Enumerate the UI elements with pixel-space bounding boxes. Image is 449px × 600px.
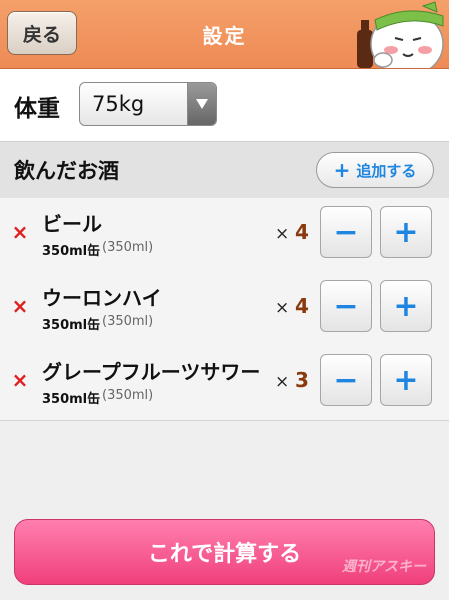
drink-count: 4: [295, 294, 309, 318]
drink-row-oolong-hai: × ウーロンハイ 350ml缶 (350ml) × 4 − +: [0, 272, 449, 347]
decrement-button[interactable]: −: [320, 354, 372, 406]
drinks-section-header: 飲んだお酒 + 追加する: [0, 141, 449, 199]
drink-volume: (350ml): [102, 240, 154, 255]
weight-value: 75kg: [92, 92, 145, 116]
section-title: 飲んだお酒: [14, 159, 119, 183]
increment-button[interactable]: +: [380, 280, 432, 332]
drink-name: ウーロンハイ: [42, 286, 162, 310]
chevron-down-icon: [187, 83, 216, 125]
weight-select[interactable]: 75kg: [79, 82, 217, 126]
weight-label: 体重: [14, 96, 60, 122]
add-drink-label: 追加する: [356, 161, 417, 180]
calculate-label: これで計算する: [147, 542, 302, 567]
drink-name: ビール: [42, 212, 102, 236]
drink-row-grapefruit-sour: × グレープフルーツサワー 350ml缶 (350ml) × 3 − +: [0, 346, 449, 421]
drink-size: 350ml缶: [42, 244, 101, 259]
weight-row: 体重: [0, 69, 449, 141]
times-sign: ×: [275, 298, 290, 318]
increment-button[interactable]: +: [380, 206, 432, 258]
drink-size: 350ml缶: [42, 318, 101, 333]
watermark-text: 週刊アスキー: [342, 559, 426, 575]
add-drink-button[interactable]: + 追加する: [316, 152, 434, 188]
drink-size: 350ml缶: [42, 392, 101, 407]
drink-volume: (350ml): [102, 314, 154, 329]
drink-volume: (350ml): [102, 388, 154, 403]
decrement-button[interactable]: −: [320, 280, 372, 332]
times-sign: ×: [275, 224, 290, 244]
drink-count: 3: [295, 368, 309, 392]
remove-icon[interactable]: ×: [12, 368, 29, 392]
mascot-icon: [357, 1, 444, 68]
remove-icon[interactable]: ×: [12, 220, 29, 244]
remove-icon[interactable]: ×: [12, 294, 29, 318]
drink-row-beer: × ビール 350ml缶 (350ml) × 4 − +: [0, 198, 449, 273]
times-sign: ×: [275, 372, 290, 392]
back-button[interactable]: 戻る: [7, 11, 77, 55]
plus-icon: +: [333, 158, 351, 182]
increment-button[interactable]: +: [380, 354, 432, 406]
drink-name: グレープフルーツサワー: [42, 360, 261, 384]
calculate-button[interactable]: これで計算する 週刊アスキー: [14, 519, 435, 585]
header-bar: 設定 戻る: [0, 0, 449, 69]
decrement-button[interactable]: −: [320, 206, 372, 258]
drink-count: 4: [295, 220, 309, 244]
